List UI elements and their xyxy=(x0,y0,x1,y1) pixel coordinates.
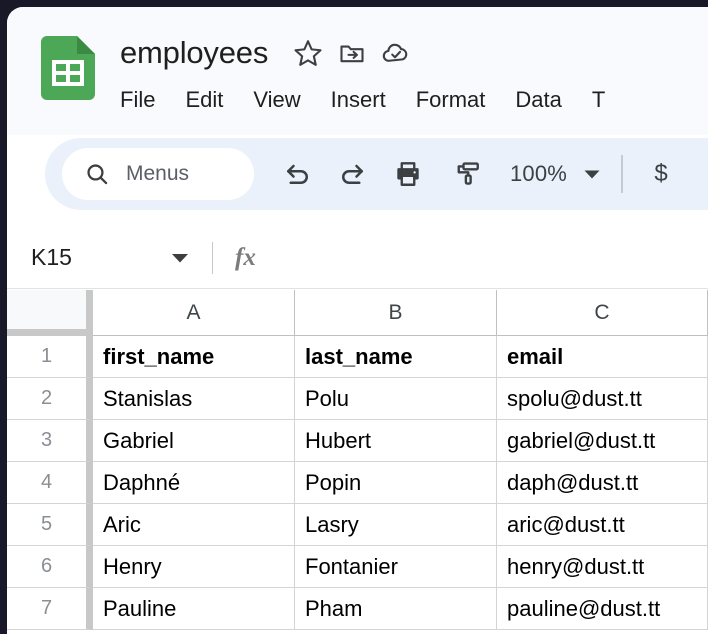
table-row: 4 Daphné Popin daph@dust.tt xyxy=(7,462,708,504)
menu-bar: File Edit View Insert Format Data T xyxy=(120,83,619,117)
cell-a4[interactable]: Daphné xyxy=(93,462,295,504)
zoom-value: 100% xyxy=(510,161,568,186)
column-header-row: A B C xyxy=(7,290,708,336)
currency-format-button[interactable]: $ xyxy=(639,152,683,196)
table-row: 3 Gabriel Hubert gabriel@dust.tt xyxy=(7,420,708,462)
menu-item-view[interactable]: View xyxy=(253,83,314,117)
row-header-7[interactable]: 7 xyxy=(7,588,93,630)
cell-c1[interactable]: email xyxy=(497,336,708,378)
row-header-6[interactable]: 6 xyxy=(7,546,93,588)
cell-c7[interactable]: pauline@dust.tt xyxy=(497,588,708,630)
table-row: 1 first_name last_name email xyxy=(7,336,708,378)
cell-c2[interactable]: spolu@dust.tt xyxy=(497,378,708,420)
menu-item-file[interactable]: File xyxy=(120,83,169,117)
table-row: 2 Stanislas Polu spolu@dust.tt xyxy=(7,378,708,420)
column-header-b[interactable]: B xyxy=(295,290,497,336)
cell-b5[interactable]: Lasry xyxy=(295,504,497,546)
chevron-down-icon xyxy=(583,168,601,180)
cell-a1[interactable]: first_name xyxy=(93,336,295,378)
column-header-a[interactable]: A xyxy=(93,290,295,336)
formula-bar: K15 fx xyxy=(7,227,708,289)
cloud-saved-icon[interactable] xyxy=(376,33,416,73)
cell-b2[interactable]: Polu xyxy=(295,378,497,420)
undo-button[interactable] xyxy=(276,152,320,196)
table-row: 5 Aric Lasry aric@dust.tt xyxy=(7,504,708,546)
cell-b6[interactable]: Fontanier xyxy=(295,546,497,588)
search-input[interactable]: Menus xyxy=(62,148,254,200)
cell-c3[interactable]: gabriel@dust.tt xyxy=(497,420,708,462)
cell-a7[interactable]: Pauline xyxy=(93,588,295,630)
menu-item-format[interactable]: Format xyxy=(416,83,500,117)
sheets-document-icon xyxy=(41,36,95,100)
row-header-3[interactable]: 3 xyxy=(7,420,93,462)
cell-c5[interactable]: aric@dust.tt xyxy=(497,504,708,546)
toolbar-divider xyxy=(621,155,624,193)
menu-item-data[interactable]: Data xyxy=(515,83,575,117)
move-to-folder-icon[interactable] xyxy=(332,33,372,73)
table-row: 6 Henry Fontanier henry@dust.tt xyxy=(7,546,708,588)
cell-a5[interactable]: Aric xyxy=(93,504,295,546)
menu-item-tools[interactable]: T xyxy=(592,83,619,117)
row-header-2[interactable]: 2 xyxy=(7,378,93,420)
formula-input[interactable] xyxy=(256,227,708,288)
search-placeholder: Menus xyxy=(126,162,190,185)
zoom-dropdown[interactable]: 100% xyxy=(510,161,601,187)
fx-icon: fx xyxy=(235,243,256,271)
spreadsheet-app-surface: employees File Edit View Insert Format D… xyxy=(7,7,708,634)
cell-b4[interactable]: Popin xyxy=(295,462,497,504)
menu-item-edit[interactable]: Edit xyxy=(185,83,237,117)
star-icon[interactable] xyxy=(288,33,328,73)
row-header-5[interactable]: 5 xyxy=(7,504,93,546)
cell-c4[interactable]: daph@dust.tt xyxy=(497,462,708,504)
cell-b3[interactable]: Hubert xyxy=(295,420,497,462)
main-toolbar: Menus 100% $ xyxy=(45,138,708,210)
column-header-c[interactable]: C xyxy=(497,290,708,336)
formula-bar-divider xyxy=(212,241,213,274)
cell-b7[interactable]: Pham xyxy=(295,588,497,630)
search-icon xyxy=(84,161,110,187)
row-header-1[interactable]: 1 xyxy=(7,336,93,378)
name-box-value: K15 xyxy=(31,244,72,270)
cell-c6[interactable]: henry@dust.tt xyxy=(497,546,708,588)
title-row: employees xyxy=(120,29,416,77)
row-header-4[interactable]: 4 xyxy=(7,462,93,504)
cell-a2[interactable]: Stanislas xyxy=(93,378,295,420)
cell-b1[interactable]: last_name xyxy=(295,336,497,378)
select-all-corner[interactable] xyxy=(7,290,93,336)
browser-window-frame: employees File Edit View Insert Format D… xyxy=(0,0,708,634)
menu-item-insert[interactable]: Insert xyxy=(331,83,400,117)
chevron-down-icon xyxy=(170,251,190,264)
spreadsheet-grid: A B C 1 first_name last_name email 2 Sta… xyxy=(7,290,708,634)
app-header: employees File Edit View Insert Format D… xyxy=(7,7,708,135)
paint-format-button[interactable] xyxy=(446,152,490,196)
name-box[interactable]: K15 xyxy=(7,227,212,288)
print-button[interactable] xyxy=(386,152,430,196)
cell-a3[interactable]: Gabriel xyxy=(93,420,295,462)
document-title[interactable]: employees xyxy=(120,29,268,77)
redo-button[interactable] xyxy=(330,152,374,196)
table-row: 7 Pauline Pham pauline@dust.tt xyxy=(7,588,708,630)
cell-a6[interactable]: Henry xyxy=(93,546,295,588)
